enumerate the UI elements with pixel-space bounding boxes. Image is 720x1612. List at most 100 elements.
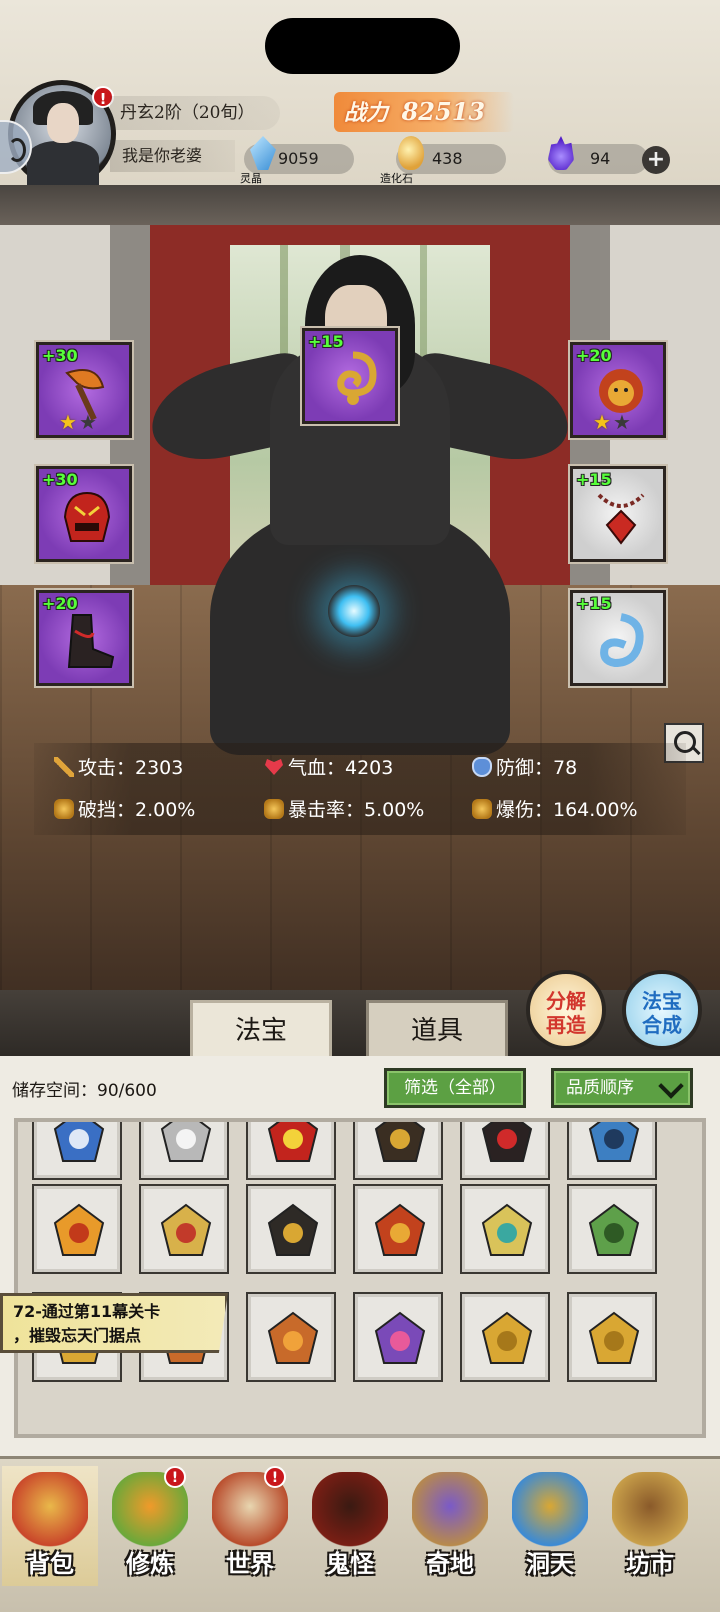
demon-helmet-icon	[267, 1122, 319, 1162]
filter-dropdown[interactable]: 筛选（全部）	[384, 1068, 526, 1108]
red-boots-icon	[481, 1122, 533, 1162]
nav-cultivate-flower[interactable]: 修炼!	[102, 1466, 198, 1586]
demon-helmet-icon	[63, 491, 111, 542]
player-name: 我是你老婆	[110, 140, 235, 172]
nav-backpack[interactable]: 背包	[2, 1466, 98, 1586]
inventory-grid[interactable]	[14, 1118, 706, 1438]
pendant-necklace-icon	[597, 493, 645, 545]
golden-cloud-token-icon	[481, 1311, 533, 1364]
camera-notch	[265, 18, 460, 74]
pierce-icon	[54, 799, 74, 819]
resource-soul[interactable]: 94	[548, 136, 648, 174]
avatar-face	[47, 103, 79, 143]
resource-lingjing-value: 9059	[278, 149, 319, 168]
combat-power-label: 战力	[344, 100, 389, 126]
inventory-item[interactable]	[32, 1122, 122, 1180]
avatar-body	[27, 141, 99, 185]
tab-fabao[interactable]: 法宝	[190, 1000, 332, 1056]
quest-line-2: ，摧毁忘天门据点	[13, 1326, 142, 1345]
equip-slot-ring[interactable]: +15	[570, 590, 666, 686]
vine-ring-icon	[588, 1203, 640, 1256]
quest-tracker[interactable]: 72-通过第11幕关卡 ，摧毁忘天门据点	[0, 1293, 228, 1353]
nav-label: 世界	[226, 1549, 274, 1578]
inventory-item[interactable]	[460, 1292, 550, 1382]
flame-gauntlet-icon	[53, 1203, 105, 1256]
nav-label: 洞天	[526, 1549, 574, 1578]
inventory-item[interactable]	[246, 1184, 336, 1274]
nav-demon-egg[interactable]: 鬼怪	[302, 1466, 398, 1586]
equip-stars: ★★	[59, 410, 99, 434]
equip-slot-necklace[interactable]: +15	[570, 466, 666, 562]
crit-icon	[264, 799, 284, 819]
resource-lingjing[interactable]: 灵晶 9059	[240, 136, 354, 185]
cultivation-realm: 丹玄2阶（20旬）	[110, 96, 280, 130]
equip-level: +15	[576, 470, 612, 489]
compass-star-icon	[267, 1311, 319, 1364]
tab-bar	[0, 990, 720, 1056]
decompose-remake-button[interactable]: 分解 再造	[526, 970, 606, 1050]
inventory-item[interactable]	[32, 1184, 122, 1274]
nav-alert-badge: !	[264, 1466, 286, 1488]
yinyang-star-icon	[374, 1311, 426, 1364]
equip-slot-talisman[interactable]: +15	[302, 328, 398, 424]
decompose-label-bottom: 再造	[546, 1013, 586, 1037]
synthesize-label-bottom: 合成	[642, 1013, 682, 1037]
inventory-item[interactable]	[353, 1184, 443, 1274]
inventory-item[interactable]	[567, 1292, 657, 1382]
inventory-item[interactable]	[460, 1184, 550, 1274]
equip-level: +15	[308, 332, 344, 351]
inventory-item[interactable]	[567, 1184, 657, 1274]
equip-slot-helmet[interactable]: +30	[36, 466, 132, 562]
nav-floating-island[interactable]: 奇地	[402, 1466, 498, 1586]
treasure-synthesize-button[interactable]: 法宝 合成	[622, 970, 702, 1050]
star-icon: ★	[78, 410, 99, 434]
feather-shoe-icon	[160, 1203, 212, 1256]
resource-zaohua[interactable]: 造化石 438	[380, 136, 506, 185]
equip-level: +15	[576, 594, 612, 613]
stat-attack: 攻击：2303	[54, 755, 183, 781]
chevron-down-icon	[658, 1073, 684, 1099]
dark-robe-icon	[374, 1122, 426, 1162]
combat-power-value: 82513	[401, 97, 486, 126]
inventory-item[interactable]	[139, 1184, 229, 1274]
inventory-item[interactable]	[353, 1122, 443, 1180]
inventory-item[interactable]	[460, 1122, 550, 1180]
add-resource-button[interactable]: +	[642, 146, 670, 174]
equip-level: +20	[42, 594, 78, 613]
equip-level: +30	[42, 470, 78, 489]
crit-damage-icon	[472, 799, 492, 819]
star-icon: ★	[593, 410, 613, 434]
nav-portal-gate[interactable]: 洞天	[502, 1466, 598, 1586]
golden-cloud-token-icon	[337, 351, 377, 405]
stat-hp: 气血：4203	[264, 755, 393, 781]
inventory-item[interactable]	[567, 1122, 657, 1180]
equip-stars: ★★	[593, 410, 633, 434]
storage-capacity: 储存空间：90/600	[12, 1081, 157, 1101]
inventory-item[interactable]	[353, 1292, 443, 1382]
equip-slot-boots[interactable]: +20	[36, 590, 132, 686]
nav-world-scroll[interactable]: 世界!	[202, 1466, 298, 1586]
nav-market-stall[interactable]: 坊市	[602, 1466, 698, 1586]
equip-slot-beast[interactable]: +20 ★★	[570, 342, 666, 438]
portal-gate-icon	[512, 1472, 588, 1548]
resource-zaohua-value: 438	[432, 149, 463, 168]
blue-robe-icon	[53, 1122, 105, 1162]
stat-pierce: 破挡：2.00%	[54, 797, 195, 823]
nav-label: 鬼怪	[326, 1549, 374, 1578]
stat-crit-damage: 爆伤：164.00%	[472, 797, 638, 823]
lion-beast-icon	[374, 1203, 426, 1256]
sort-label: 品质顺序	[566, 1078, 634, 1098]
inventory-item[interactable]	[246, 1122, 336, 1180]
equip-slot-weapon[interactable]: +30 ★★	[36, 342, 132, 438]
white-armor-icon	[160, 1122, 212, 1162]
star-icon: ★	[59, 410, 79, 434]
blue-boots-icon	[588, 1122, 640, 1162]
nav-label: 修炼	[126, 1549, 174, 1578]
inventory-item[interactable]	[246, 1292, 336, 1382]
shield-icon	[472, 757, 492, 777]
sort-dropdown[interactable]: 品质顺序	[551, 1068, 693, 1108]
nav-label: 坊市	[626, 1549, 674, 1578]
combat-power: 战力 82513	[334, 92, 514, 132]
tab-daoju[interactable]: 道具	[366, 1000, 508, 1056]
inventory-item[interactable]	[139, 1122, 229, 1180]
